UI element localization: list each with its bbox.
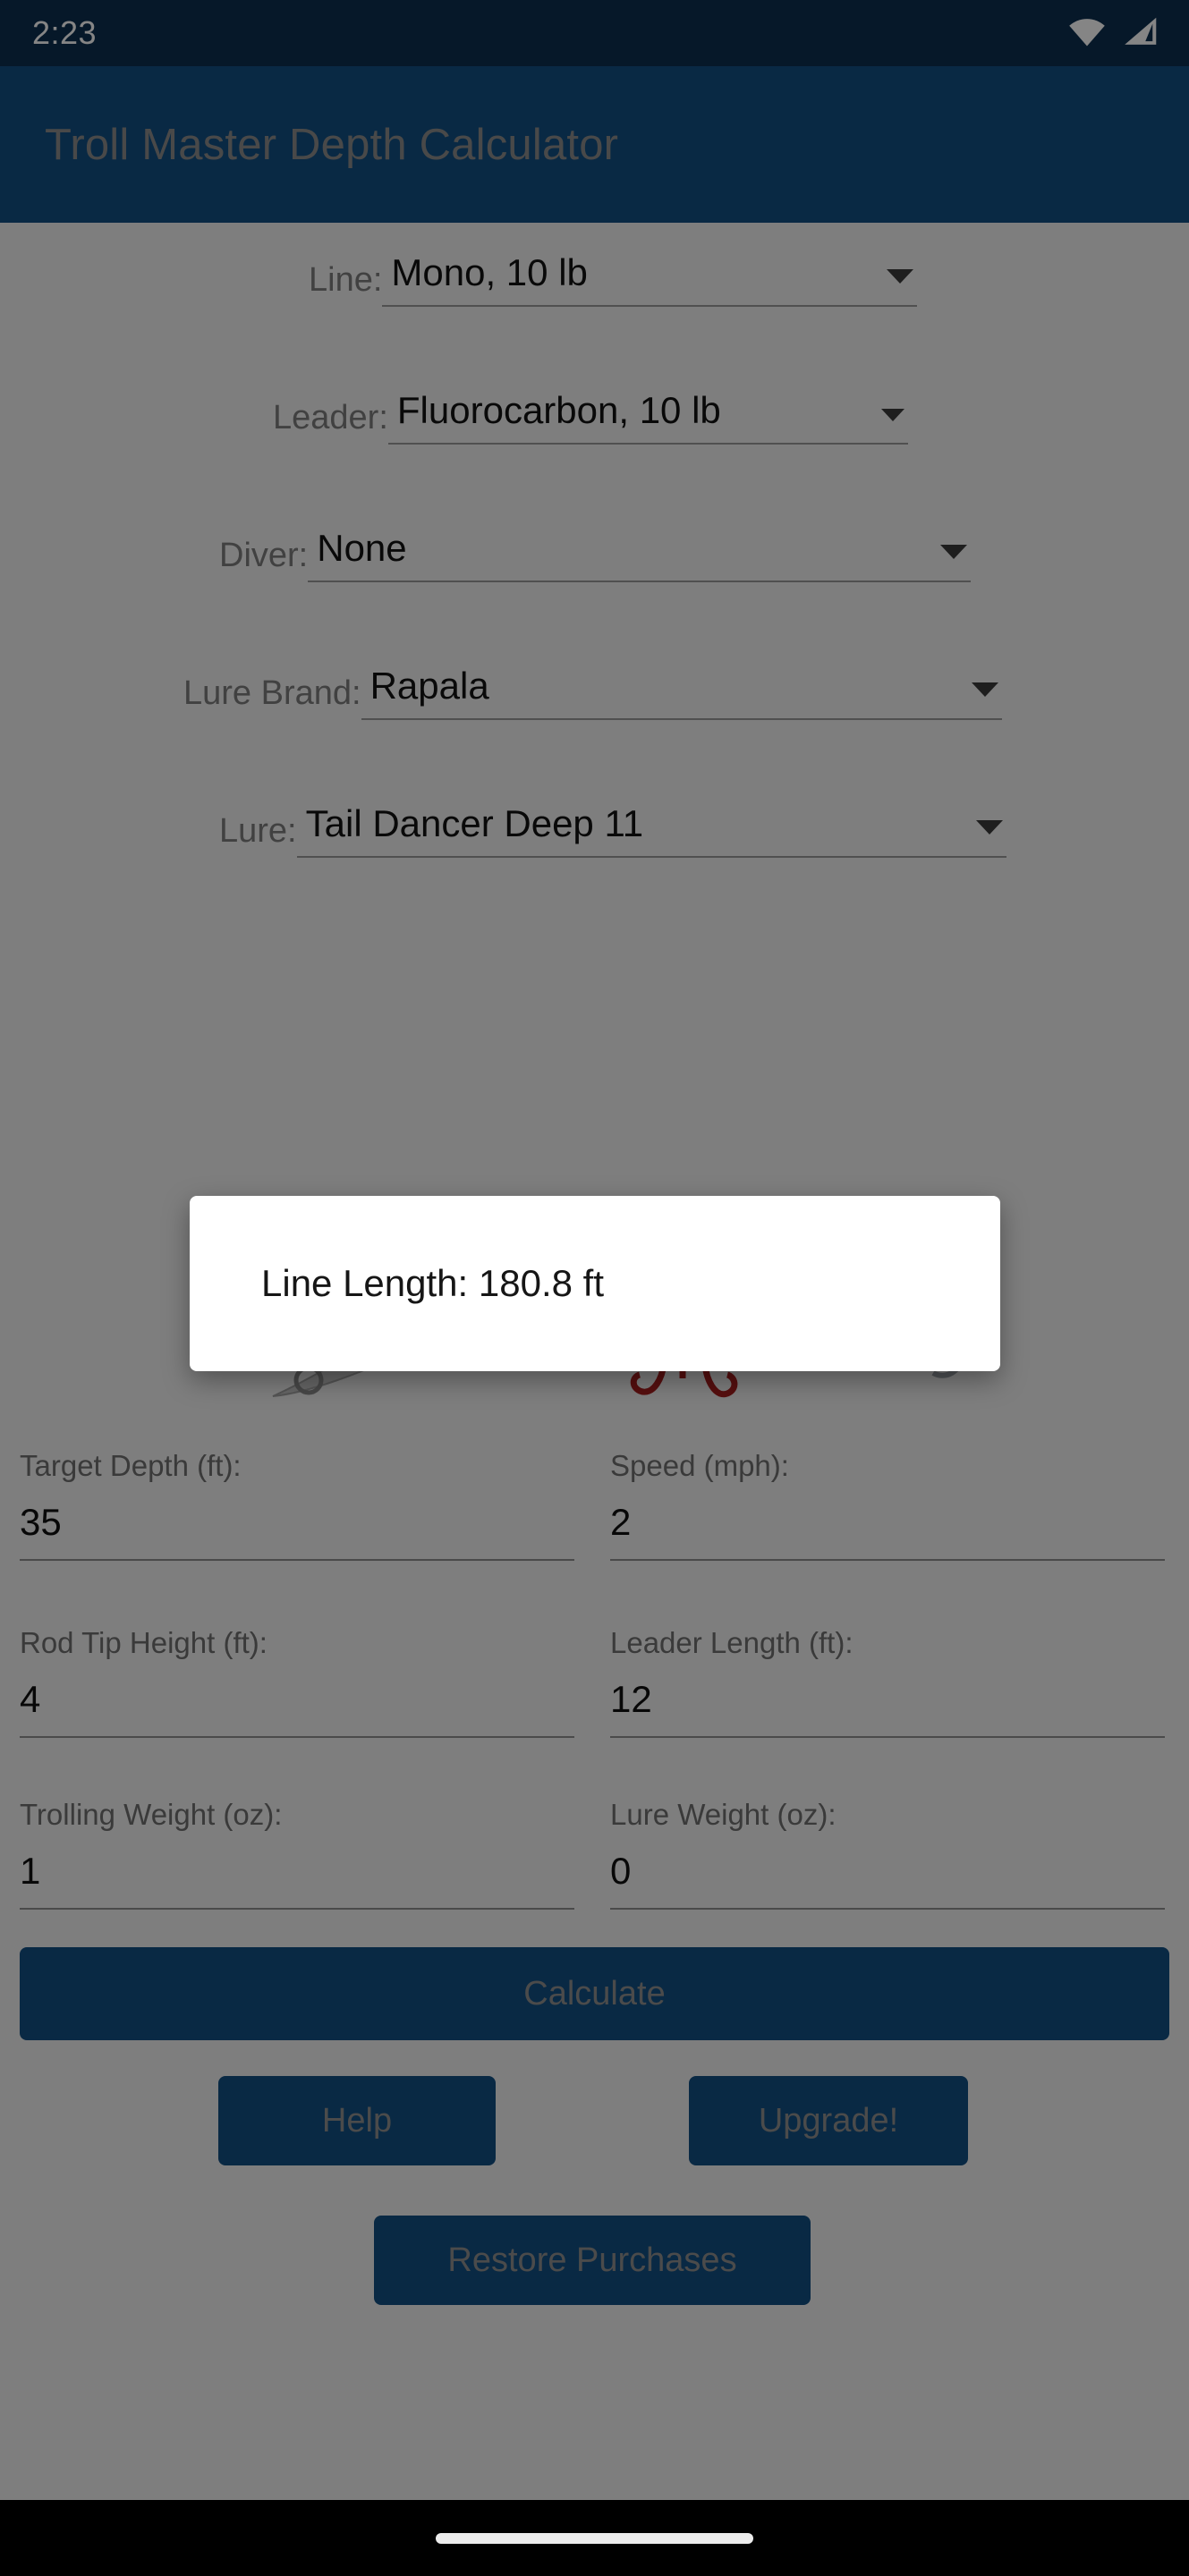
line-length-dialog[interactable]: Line Length: 180.8 ft xyxy=(190,1196,1000,1371)
system-navigation-bar xyxy=(0,2500,1189,2576)
dialog-message: Line Length: 180.8 ft xyxy=(261,1261,604,1304)
home-indicator[interactable] xyxy=(436,2532,753,2544)
phone-screen: 2:23 Troll Master Depth Calculator Line: xyxy=(0,0,1189,2576)
